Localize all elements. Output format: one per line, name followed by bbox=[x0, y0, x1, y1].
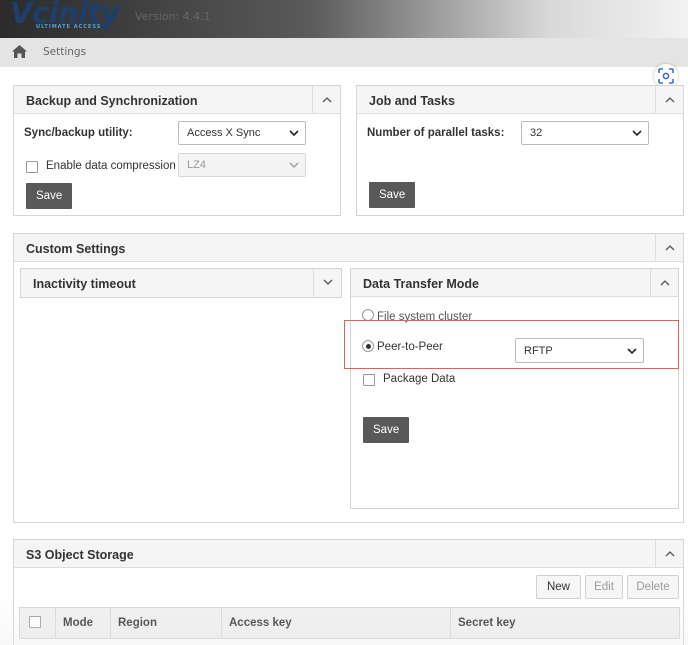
compression-select[interactable]: LZ4 bbox=[178, 153, 306, 177]
jobs-header: Job and Tasks bbox=[357, 86, 683, 114]
sync-utility-value: Access X Sync bbox=[187, 127, 261, 139]
data-transfer-panel: Data Transfer Mode File system cluster P… bbox=[350, 268, 679, 509]
data-transfer-collapse-button[interactable] bbox=[650, 269, 678, 297]
logo-tagline: ULTIMATE ACCESS bbox=[36, 24, 102, 30]
version-label: Version: 4.4.1 bbox=[135, 10, 211, 23]
vcinity-logo: Vcinity ULTIMATE ACCESS bbox=[10, 0, 125, 36]
chevron-up-icon bbox=[322, 97, 332, 103]
sync-utility-select[interactable]: Access X Sync bbox=[178, 121, 306, 145]
s3-storage-collapse-button[interactable] bbox=[655, 540, 683, 568]
chevron-down-icon bbox=[289, 130, 299, 137]
chevron-up-icon bbox=[660, 280, 670, 286]
package-data-checkbox[interactable] bbox=[363, 374, 375, 386]
data-transfer-header: Data Transfer Mode bbox=[351, 269, 678, 297]
chevron-down-icon bbox=[289, 162, 299, 169]
select-all-checkbox[interactable] bbox=[29, 616, 41, 628]
column-mode-label: Mode bbox=[63, 617, 94, 629]
custom-settings-title: Custom Settings bbox=[26, 242, 126, 256]
parallel-tasks-select[interactable]: 32 bbox=[521, 121, 649, 145]
breadcrumb-settings: Settings bbox=[43, 46, 87, 58]
jobs-panel: Job and Tasks Number of parallel tasks: … bbox=[356, 85, 684, 216]
highlight-annotation bbox=[344, 320, 679, 369]
column-access-key[interactable]: Access key bbox=[222, 608, 451, 638]
compression-checkbox[interactable] bbox=[26, 161, 38, 173]
data-transfer-title: Data Transfer Mode bbox=[363, 277, 480, 291]
custom-settings-collapse-button[interactable] bbox=[655, 234, 683, 262]
custom-settings-header: Custom Settings bbox=[14, 234, 683, 262]
chevron-down-icon bbox=[323, 279, 333, 285]
chevron-up-icon bbox=[665, 97, 675, 103]
chevron-up-icon bbox=[665, 551, 675, 557]
inactivity-panel: Inactivity timeout bbox=[20, 268, 342, 298]
s3-storage-title: S3 Object Storage bbox=[26, 548, 134, 562]
backup-save-button[interactable]: Save bbox=[26, 183, 73, 209]
jobs-collapse-button[interactable] bbox=[655, 86, 683, 114]
parallel-tasks-value: 32 bbox=[530, 127, 543, 139]
custom-settings-panel: Custom Settings Inactivity timeout Data … bbox=[13, 233, 684, 523]
column-region[interactable]: Region bbox=[111, 608, 222, 638]
transfer-save-button[interactable]: Save bbox=[363, 417, 410, 443]
s3-delete-button[interactable]: Delete bbox=[627, 575, 679, 599]
backup-sync-panel: Backup and Synchronization Sync/backup u… bbox=[13, 85, 341, 216]
jobs-title: Job and Tasks bbox=[369, 94, 455, 108]
compression-label: Enable data compression bbox=[46, 160, 176, 172]
column-access-key-label: Access key bbox=[229, 617, 292, 629]
compression-value: LZ4 bbox=[187, 159, 206, 171]
select-all-cell bbox=[20, 608, 56, 638]
column-secret-key-label: Secret key bbox=[458, 617, 516, 629]
chevron-up-icon bbox=[665, 245, 675, 251]
home-icon[interactable] bbox=[12, 45, 27, 58]
jobs-save-button[interactable]: Save bbox=[369, 182, 416, 208]
backup-sync-collapse-button[interactable] bbox=[312, 86, 340, 114]
column-mode[interactable]: Mode bbox=[56, 608, 111, 638]
sync-utility-label: Sync/backup utility: bbox=[24, 127, 133, 139]
parallel-tasks-label: Number of parallel tasks: bbox=[367, 127, 505, 139]
s3-edit-button[interactable]: Edit bbox=[585, 575, 623, 599]
chevron-down-icon bbox=[632, 130, 642, 137]
inactivity-expand-button[interactable] bbox=[313, 269, 341, 297]
column-region-label: Region bbox=[118, 617, 157, 629]
backup-sync-title: Backup and Synchronization bbox=[26, 94, 198, 108]
s3-storage-header: S3 Object Storage bbox=[14, 540, 683, 568]
s3-new-button[interactable]: New bbox=[536, 575, 581, 599]
backup-sync-header: Backup and Synchronization bbox=[14, 86, 340, 114]
inactivity-title: Inactivity timeout bbox=[33, 277, 136, 291]
column-secret-key[interactable]: Secret key bbox=[451, 608, 679, 638]
app-header: Vcinity ULTIMATE ACCESS Version: 4.4.1 bbox=[0, 0, 688, 38]
s3-table-header: Mode Region Access key Secret key bbox=[19, 607, 680, 639]
package-data-label: Package Data bbox=[383, 373, 456, 385]
breadcrumb: Settings bbox=[0, 38, 688, 67]
inactivity-header: Inactivity timeout bbox=[21, 269, 341, 297]
